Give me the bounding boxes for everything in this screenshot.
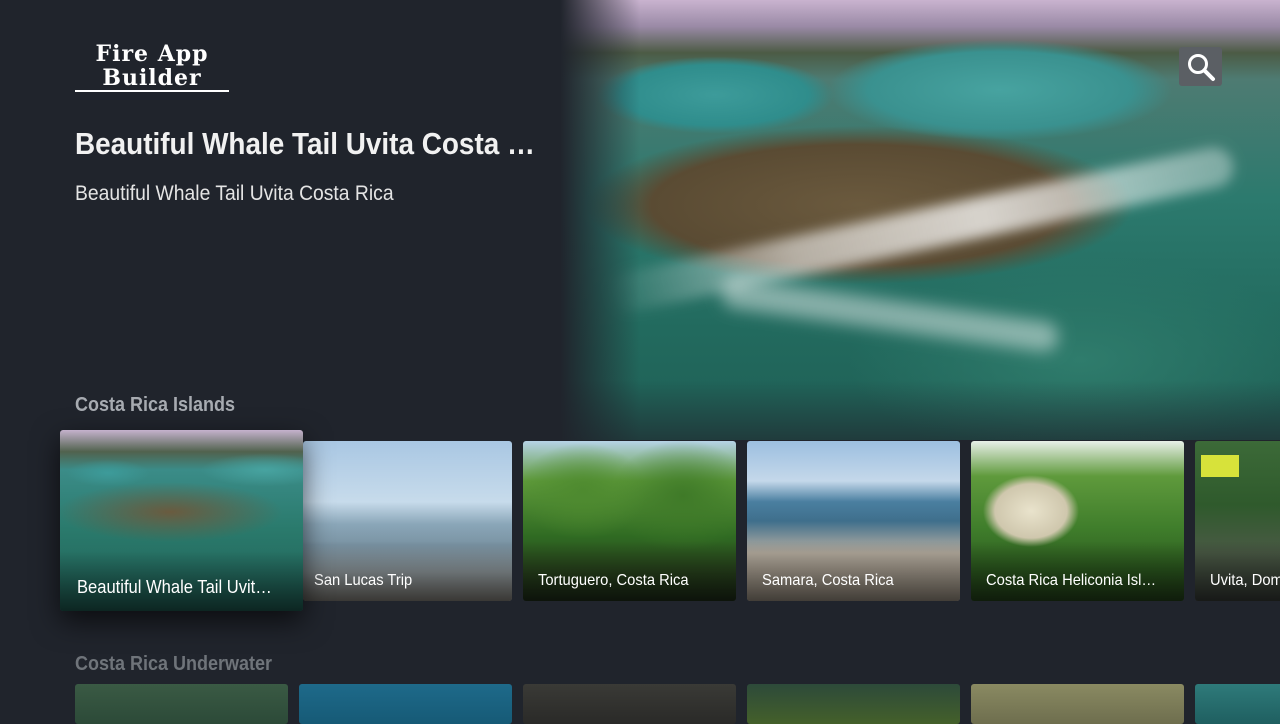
logo-line2: Builder (102, 65, 202, 91)
search-icon (1187, 53, 1215, 81)
search-button[interactable] (1179, 47, 1222, 86)
content-card-whale-tail[interactable]: Beautiful Whale Tail Uvita Costa Rica (60, 430, 303, 611)
hero-fade-overlay (560, 380, 1280, 440)
row-title-costa-rica-underwater: Costa Rica Underwater (75, 653, 273, 675)
logo-line1: Fire App (95, 41, 209, 67)
content-card-uvita[interactable]: Uvita, Dominical (1195, 441, 1280, 601)
content-card-underwater[interactable] (1195, 684, 1280, 724)
featured-background-image (560, 0, 1280, 440)
featured-title: Beautiful Whale Tail Uvita Costa Rica (75, 126, 545, 161)
content-card-underwater[interactable] (75, 684, 288, 724)
content-card-heliconia[interactable]: Costa Rica Heliconia Island (971, 441, 1184, 601)
hero-surf-decoration (719, 276, 1061, 354)
card-label: Costa Rica Heliconia Island (986, 572, 1161, 589)
content-card-samara[interactable]: Samara, Costa Rica (747, 441, 960, 601)
card-label: Uvita, Dominical (1210, 572, 1280, 589)
content-card-underwater[interactable] (971, 684, 1184, 724)
sign-graphic (1201, 455, 1239, 477)
card-label: Beautiful Whale Tail Uvita Costa Rica (77, 577, 278, 597)
card-label: Tortuguero, Costa Rica (538, 572, 689, 589)
hero-fade-overlay (560, 0, 640, 440)
content-card-underwater[interactable] (747, 684, 960, 724)
content-card-san-lucas[interactable]: San Lucas Trip (303, 441, 512, 601)
content-card-tortuguero[interactable]: Tortuguero, Costa Rica (523, 441, 736, 601)
row-title-costa-rica-islands: Costa Rica Islands (75, 394, 236, 416)
logo-underline (75, 90, 229, 92)
app-logo: Fire App Builder (75, 42, 229, 92)
featured-subtitle: Beautiful Whale Tail Uvita Costa Rica (75, 182, 394, 205)
card-label: San Lucas Trip (314, 572, 413, 589)
content-card-underwater[interactable] (299, 684, 512, 724)
hero-surf-decoration (602, 143, 1238, 317)
card-label: Samara, Costa Rica (762, 572, 894, 589)
content-card-underwater[interactable] (523, 684, 736, 724)
